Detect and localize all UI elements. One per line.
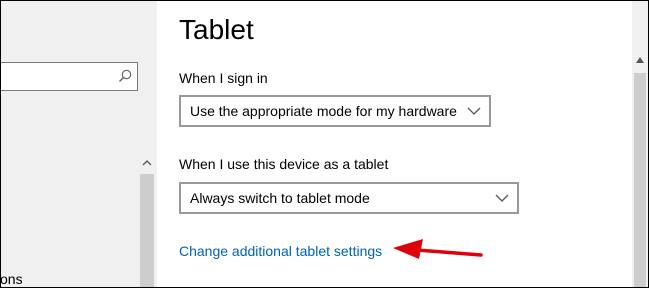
- settings-window: ons Tablet When I sign in Use the approp…: [0, 0, 649, 288]
- sidebar-item-label[interactable]: ons: [1, 271, 23, 287]
- sign-in-mode-value: Use the appropriate mode for my hardware: [190, 103, 457, 119]
- sign-in-label: When I sign in: [179, 70, 268, 86]
- chevron-down-icon: [467, 107, 481, 115]
- sign-in-mode-dropdown[interactable]: Use the appropriate mode for my hardware: [179, 95, 491, 127]
- main-scrollbar[interactable]: [632, 1, 648, 287]
- search-icon[interactable]: [118, 69, 132, 83]
- search-input[interactable]: [1, 62, 138, 91]
- sidebar: ons: [1, 1, 157, 287]
- chevron-down-icon: [495, 194, 509, 202]
- tablet-use-label: When I use this device as a tablet: [179, 156, 389, 172]
- scroll-up-icon[interactable]: [141, 157, 153, 169]
- main-scrollbar-thumb[interactable]: [634, 73, 646, 287]
- annotation-arrow-icon: [393, 239, 483, 259]
- additional-tablet-settings-link[interactable]: Change additional tablet settings: [179, 243, 382, 259]
- tablet-mode-dropdown[interactable]: Always switch to tablet mode: [179, 182, 519, 214]
- sidebar-scrollbar-thumb[interactable]: [140, 174, 154, 287]
- page-title: Tablet: [179, 14, 254, 45]
- tablet-mode-value: Always switch to tablet mode: [190, 190, 370, 206]
- scroll-up-icon[interactable]: [635, 56, 645, 64]
